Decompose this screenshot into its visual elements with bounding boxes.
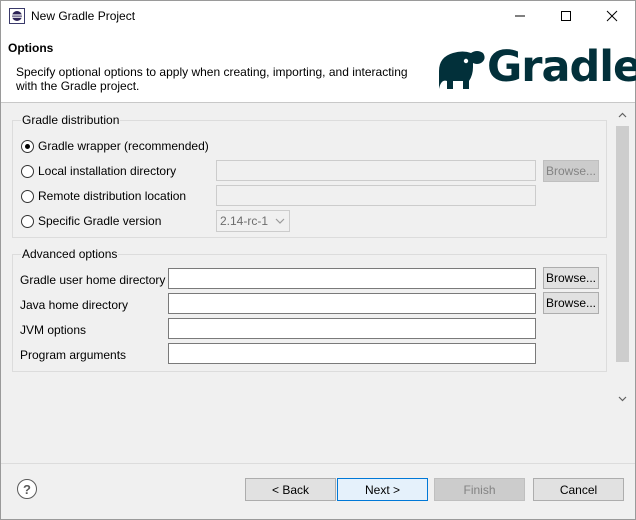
maximize-button[interactable] <box>543 1 589 31</box>
gradle-logo-text: Gradle <box>487 42 636 92</box>
local-installation-browse-button[interactable]: Browse... <box>543 160 599 182</box>
options-content: Gradle distribution Gradle wrapper (reco… <box>1 104 635 409</box>
local-installation-input[interactable] <box>217 161 535 180</box>
program-arguments-input[interactable] <box>169 344 535 363</box>
local-installation-option[interactable]: Local installation directory <box>21 164 176 178</box>
scroll-down-button[interactable] <box>616 392 629 406</box>
eclipse-app-icon <box>9 8 25 24</box>
gradle-user-home-field[interactable] <box>168 268 536 289</box>
jvm-options-input[interactable] <box>169 319 535 338</box>
new-gradle-project-dialog: New Gradle Project Options Specify optio… <box>0 0 636 520</box>
local-installation-label: Local installation directory <box>38 164 177 178</box>
local-installation-radio[interactable] <box>21 164 34 178</box>
gradle-wrapper-radio[interactable] <box>21 139 34 153</box>
remote-distribution-radio[interactable] <box>21 189 34 203</box>
page-title: Options <box>8 41 54 55</box>
help-icon: ? <box>23 481 31 497</box>
close-icon <box>606 10 618 22</box>
page-description: Specify optional options to apply when c… <box>16 65 408 93</box>
close-button[interactable] <box>589 1 635 31</box>
java-home-browse-button[interactable]: Browse... <box>543 292 599 314</box>
remote-distribution-label: Remote distribution location <box>38 189 187 203</box>
gradle-wrapper-label: Gradle wrapper (recommended) <box>38 139 209 153</box>
gradle-user-home-browse-button[interactable]: Browse... <box>543 267 599 289</box>
gradle-wrapper-option[interactable]: Gradle wrapper (recommended) <box>21 139 209 153</box>
program-arguments-field[interactable] <box>168 343 536 364</box>
chevron-down-icon <box>275 218 285 224</box>
gradle-version-select[interactable]: 2.14-rc-1 <box>216 210 290 232</box>
advanced-options-legend: Advanced options <box>21 247 119 261</box>
specific-version-option[interactable]: Specific Gradle version <box>21 214 161 228</box>
cancel-button[interactable]: Cancel <box>533 478 624 501</box>
vertical-scrollbar[interactable] <box>614 104 631 409</box>
maximize-icon <box>561 11 571 21</box>
specific-version-radio[interactable] <box>21 214 34 228</box>
gradle-distribution-group: Gradle distribution Gradle wrapper (reco… <box>12 113 607 238</box>
chevron-up-icon <box>618 112 627 118</box>
program-arguments-label: Program arguments <box>20 348 127 362</box>
footer-separator <box>1 463 635 464</box>
java-home-field[interactable] <box>168 293 536 314</box>
java-home-input[interactable] <box>169 294 535 313</box>
gradle-user-home-input[interactable] <box>169 269 535 288</box>
next-button[interactable]: Next > <box>337 478 428 501</box>
remote-distribution-option[interactable]: Remote distribution location <box>21 189 186 203</box>
jvm-options-label: JVM options <box>20 323 87 337</box>
jvm-options-field[interactable] <box>168 318 536 339</box>
gradle-user-home-label: Gradle user home directory <box>20 273 166 287</box>
finish-button[interactable]: Finish <box>434 478 525 501</box>
window-title: New Gradle Project <box>31 9 136 23</box>
remote-distribution-input[interactable] <box>217 186 535 205</box>
help-button[interactable]: ? <box>17 479 37 499</box>
minimize-button[interactable] <box>497 1 543 31</box>
java-home-label: Java home directory <box>20 298 129 312</box>
gradle-distribution-legend: Gradle distribution <box>21 113 121 127</box>
gradle-version-value: 2.14-rc-1 <box>220 214 269 228</box>
scroll-up-button[interactable] <box>616 108 629 122</box>
minimize-icon <box>515 15 525 17</box>
specific-version-label: Specific Gradle version <box>38 214 162 228</box>
header-banner: Options Specify optional options to appl… <box>1 31 636 103</box>
chevron-down-scroll-icon <box>618 396 627 402</box>
scrollbar-thumb[interactable] <box>616 126 629 362</box>
advanced-options-group: Advanced options Gradle user home direct… <box>12 247 607 372</box>
back-button[interactable]: < Back <box>245 478 336 501</box>
local-installation-field[interactable] <box>216 160 536 181</box>
remote-distribution-field[interactable] <box>216 185 536 206</box>
title-bar: New Gradle Project <box>1 1 635 31</box>
